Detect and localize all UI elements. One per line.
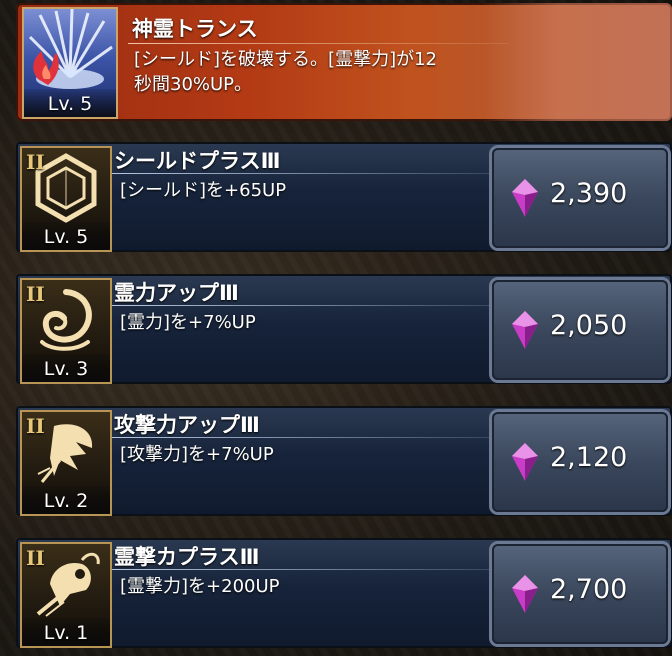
featured-skill-description: [シールド]を破壊する。[霊撃力]が12 秒間30%UP。 [134,47,514,97]
upgrade-cost: 2,050 [550,310,628,341]
upgrade-effect: [霊力]を+7%UP [120,312,256,333]
upgrade-level: Lv. 2 [22,486,110,514]
upgrade-cost: 2,390 [550,178,628,209]
purple-gem-icon [512,575,538,613]
upgrade-name: 攻撃力アップⅢ [114,413,260,437]
upgrade-cost-button[interactable]: 2,050 [492,280,668,380]
purple-gem-icon [512,179,538,217]
rank-badge: II [26,150,45,174]
upgrade-cost-button[interactable]: 2,700 [492,544,668,644]
featured-skill-title: 神霊トランス [132,17,258,41]
upgrade-name: 霊撃カプラスⅢ [114,545,260,569]
upgrade-name: シールドプラスⅢ [114,149,281,173]
upgrade-icon-frame: II Lv. 2 [20,410,112,516]
rank-badge: II [26,546,45,570]
upgrade-effect: [霊撃力]を+200UP [120,576,280,597]
featured-desc-line-1: [シールド]を破壊する。[霊撃力]が12 [134,49,437,70]
upgrade-divider [112,437,492,438]
featured-skill-card[interactable]: Lv. 5 神霊トランス [シールド]を破壊する。[霊撃力]が12 秒間30%U… [16,3,672,121]
featured-skill-icon-frame: Lv. 5 [22,7,118,119]
upgrade-icon-frame: II Lv. 5 [20,146,112,252]
upgrade-cost-button[interactable]: 2,390 [492,148,668,248]
upgrade-level: Lv. 3 [22,354,110,382]
upgrade-divider [112,569,492,570]
upgrade-card-spirit-strike-plus[interactable]: II Lv. 1 霊撃カプラスⅢ [霊撃力]を+200UP 2,700 [16,538,672,648]
featured-divider [128,43,508,44]
upgrade-card-spirit-power-up[interactable]: II Lv. 3 霊力アップⅢ [霊力]を+7%UP 2,050 [16,274,672,384]
upgrade-level: Lv. 1 [22,618,110,646]
upgrade-divider [112,173,492,174]
upgrade-card-attack-up[interactable]: II Lv. 2 攻撃力アップⅢ [攻撃力]を+7%UP 2,120 [16,406,672,516]
upgrade-effect: [攻撃力]を+7%UP [120,444,274,465]
upgrade-cost-button[interactable]: 2,120 [492,412,668,512]
featured-desc-line-2: 秒間30%UP。 [134,74,253,95]
upgrade-name: 霊力アップⅢ [114,281,239,305]
upgrade-cost: 2,120 [550,442,628,473]
purple-gem-icon [512,311,538,349]
upgrade-divider [112,305,492,306]
rank-badge: II [26,414,45,438]
upgrade-icon-frame: II Lv. 3 [20,278,112,384]
upgrade-level: Lv. 5 [22,222,110,250]
upgrade-effect: [シールド]を+65UP [120,180,287,201]
upgrade-card-shield-plus[interactable]: II Lv. 5 シールドプラスⅢ [シールド]を+65UP 2,390 [16,142,672,252]
upgrade-cost: 2,700 [550,574,628,605]
upgrade-icon-frame: II Lv. 1 [20,542,112,648]
purple-gem-icon [512,443,538,481]
rank-badge: II [26,282,45,306]
featured-skill-level: Lv. 5 [24,89,116,117]
